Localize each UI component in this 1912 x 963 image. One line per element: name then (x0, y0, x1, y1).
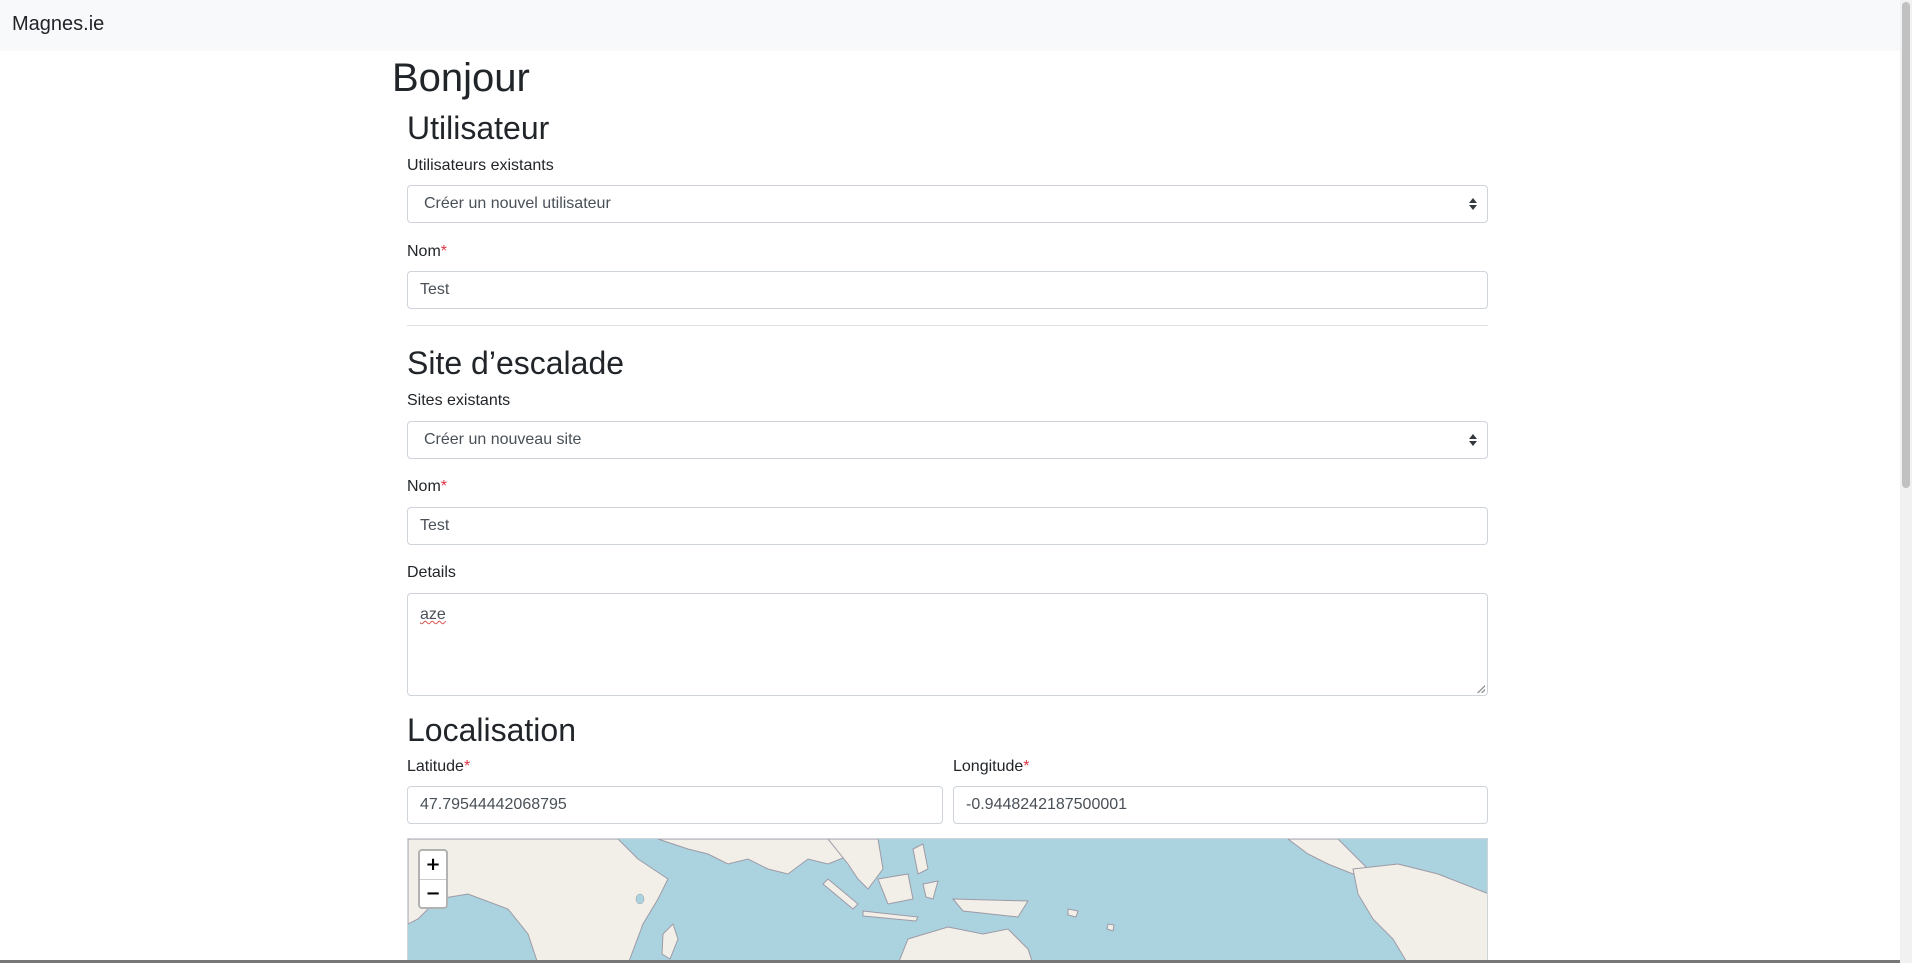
longitude-label: Longitude* (953, 757, 1030, 777)
site-name-input[interactable]: Test (407, 507, 1488, 545)
lake (635, 893, 645, 905)
details-label: Details (407, 564, 456, 581)
resize-grip-icon[interactable] (1477, 685, 1485, 693)
user-name-value: Test (420, 281, 450, 298)
land-sumatra (822, 878, 859, 910)
location-section-title: Localisation (407, 712, 576, 748)
scrollbar-thumb[interactable] (1902, 2, 1910, 488)
longitude-input[interactable]: -0.9448242187500001 (953, 786, 1488, 824)
longitude-value: -0.9448242187500001 (966, 796, 1128, 813)
existing-sites-selected: Créer un nouveau site (424, 431, 582, 448)
required-mark: * (1023, 758, 1030, 775)
required-mark: * (463, 758, 471, 775)
land-borneo (877, 873, 914, 905)
page-title: Bonjour (392, 56, 530, 100)
user-name-label: Nom* (407, 242, 447, 262)
location-map[interactable]: + − (407, 838, 1488, 963)
existing-users-selected: Créer un nouvel utilisateur (424, 195, 611, 212)
details-textarea[interactable]: aze (407, 593, 1488, 696)
page-scrollbar[interactable] (1900, 0, 1912, 963)
latitude-label-text: Latitude (407, 758, 464, 775)
land-pacific-islands (1067, 908, 1115, 932)
latitude-label: Latitude* (407, 757, 470, 777)
land-south-america (1352, 863, 1487, 962)
navbar: Magnes.ie (0, 0, 1900, 51)
land-java (862, 910, 919, 922)
details-value: aze (420, 606, 446, 623)
user-name-label-text: Nom (407, 243, 441, 260)
land-philippines (912, 843, 929, 875)
required-mark: * (440, 243, 448, 260)
select-arrows-icon (1469, 196, 1477, 212)
land-asia (657, 839, 854, 875)
existing-sites-select[interactable]: Créer un nouveau site (407, 421, 1488, 459)
zoom-control: + − (418, 849, 448, 909)
longitude-label-text: Longitude (953, 758, 1024, 775)
existing-sites-label: Sites existants (407, 392, 511, 409)
latitude-input[interactable]: 47.79544442068795 (407, 786, 943, 824)
existing-users-label: Utilisateurs existants (407, 157, 554, 174)
section-divider (407, 325, 1488, 326)
land-madagascar (661, 923, 679, 960)
site-name-value: Test (420, 517, 450, 534)
site-name-label: Nom* (407, 477, 447, 497)
latitude-value: 47.79544442068795 (420, 796, 567, 813)
land-australia (898, 926, 1033, 962)
required-mark: * (440, 478, 448, 495)
site-name-label-text: Nom (407, 478, 441, 495)
land-sulawesi (922, 880, 939, 900)
land-indochina (827, 839, 884, 890)
user-name-input[interactable]: Test (407, 271, 1488, 309)
zoom-out-button[interactable]: − (420, 880, 446, 908)
land-new-guinea (951, 898, 1029, 918)
select-arrows-icon (1469, 432, 1477, 448)
brand-link[interactable]: Magnes.ie (12, 13, 104, 36)
zoom-in-button[interactable]: + (420, 851, 446, 880)
existing-users-select[interactable]: Créer un nouvel utilisateur (407, 185, 1488, 223)
user-section-title: Utilisateur (407, 110, 550, 146)
site-section-title: Site d’escalade (407, 345, 625, 381)
map-tiles (408, 839, 1487, 962)
